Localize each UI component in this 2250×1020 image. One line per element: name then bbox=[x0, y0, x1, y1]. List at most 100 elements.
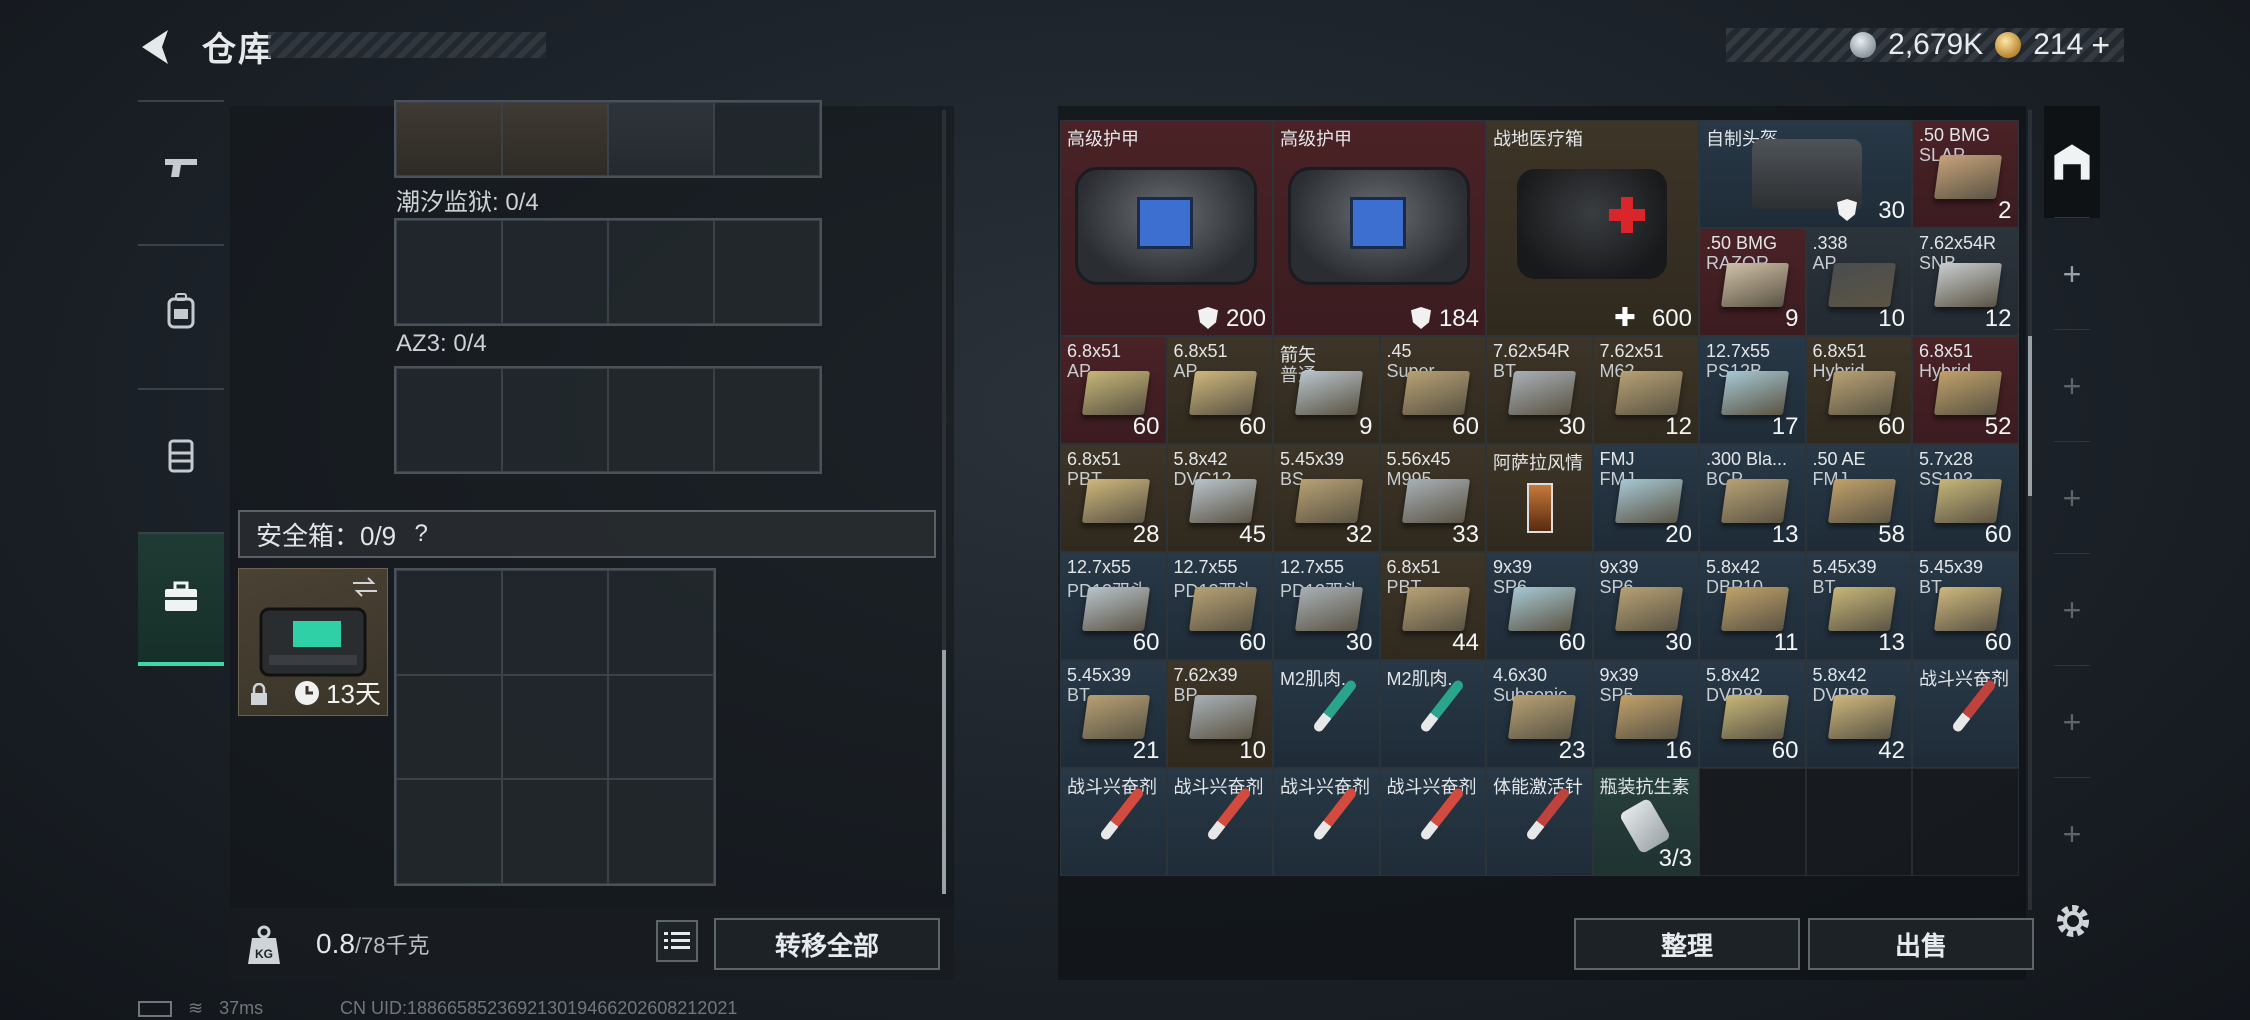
warehouse-item[interactable]: 5.56x45M99533 bbox=[1379, 444, 1486, 552]
warehouse-item-large[interactable]: 高级护甲 184 bbox=[1273, 120, 1486, 336]
warehouse-item[interactable]: 6.8x51 AP 60 bbox=[1060, 336, 1167, 444]
add-currency-button[interactable]: + bbox=[2091, 27, 2110, 64]
empty-slot[interactable] bbox=[1699, 768, 1806, 876]
help-icon[interactable]: ? bbox=[406, 520, 436, 548]
warehouse-item-ammo[interactable]: .50 BMGRAZOR9 bbox=[1699, 228, 1806, 336]
warehouse-item[interactable]: 5.45x39 BS 32 bbox=[1273, 444, 1380, 552]
warehouse-scroll-thumb[interactable] bbox=[2028, 336, 2032, 496]
empty-slot[interactable] bbox=[502, 674, 608, 780]
keycard-item[interactable] bbox=[608, 102, 714, 176]
safebox-item[interactable]: 13天 bbox=[238, 568, 388, 716]
warehouse-item-large[interactable]: 战地医疗箱 600 ✚ bbox=[1486, 120, 1699, 336]
tab-backpack[interactable] bbox=[138, 244, 224, 378]
tab-locked-page[interactable]: + bbox=[2044, 554, 2100, 666]
warehouse-item[interactable]: .300 Bla... BCP 13 bbox=[1699, 444, 1806, 552]
list-view-button[interactable] bbox=[656, 920, 698, 962]
inventory-scroll-thumb[interactable] bbox=[942, 650, 946, 894]
warehouse-item[interactable]: 5.8x42DBP1011 bbox=[1699, 552, 1806, 660]
warehouse-item[interactable]: 12.7x55PS12B17 bbox=[1699, 336, 1806, 444]
warehouse-item-ammo[interactable]: .50 BMGSLAP2 bbox=[1912, 120, 2019, 228]
empty-slot[interactable] bbox=[396, 570, 502, 675]
warehouse-item[interactable]: FMJ FMJ 20 bbox=[1592, 444, 1699, 552]
warehouse-item[interactable]: 5.45x39 BT 13 bbox=[1805, 552, 1912, 660]
warehouse-item[interactable]: M2肌肉... bbox=[1273, 660, 1380, 768]
warehouse-item[interactable]: 5.45x39 BT 60 bbox=[1912, 552, 2019, 660]
empty-slot[interactable] bbox=[502, 220, 608, 324]
warehouse-item[interactable]: 12.7x55PD12双头60 bbox=[1166, 552, 1273, 660]
warehouse-item[interactable]: 战斗兴奋剂 bbox=[1912, 660, 2019, 768]
warehouse-item[interactable]: 6.8x51 AP 60 bbox=[1166, 336, 1273, 444]
tab-weapons[interactable] bbox=[138, 100, 224, 234]
warehouse-item[interactable]: .50 AE FMJ 58 bbox=[1805, 444, 1912, 552]
warehouse-item-medical[interactable]: 战斗兴奋剂 bbox=[1060, 768, 1167, 876]
warehouse-item[interactable]: 4.6x30Subsonic23 bbox=[1486, 660, 1593, 768]
warehouse-item[interactable]: M2肌肉... bbox=[1379, 660, 1486, 768]
empty-slot[interactable] bbox=[396, 674, 502, 780]
empty-slot[interactable] bbox=[502, 570, 608, 675]
warehouse-item[interactable]: 12.7x55PD12双头60 bbox=[1060, 552, 1167, 660]
warehouse-item[interactable]: 12.7x55PD12双头30 bbox=[1273, 552, 1380, 660]
warehouse-item-medical[interactable]: 体能激活针 bbox=[1486, 768, 1593, 876]
warehouse-item-ammo[interactable]: .338 AP 10 bbox=[1805, 228, 1912, 336]
tab-safebox[interactable] bbox=[138, 532, 224, 666]
empty-slot[interactable] bbox=[396, 779, 502, 884]
warehouse-item-ammo[interactable]: 7.62x54R SNB 12 bbox=[1912, 228, 2019, 336]
tab-warehouse-main[interactable] bbox=[2044, 106, 2100, 218]
warehouse-item[interactable]: .45Super60 bbox=[1379, 336, 1486, 444]
empty-slot[interactable] bbox=[608, 779, 714, 884]
warehouse-item[interactable]: 箭矢 普通 9 bbox=[1273, 336, 1380, 444]
warehouse-item[interactable]: 9x39 SP5 16 bbox=[1592, 660, 1699, 768]
empty-slot[interactable] bbox=[608, 674, 714, 780]
warehouse-item[interactable]: 5.8x42DVP8842 bbox=[1805, 660, 1912, 768]
tab-locked-page[interactable]: + bbox=[2044, 442, 2100, 554]
sort-button[interactable]: 整理 bbox=[1574, 918, 1800, 970]
keycard-item[interactable] bbox=[502, 102, 608, 176]
warehouse-item[interactable]: 6.8x51Hybrid52 bbox=[1912, 336, 2019, 444]
warehouse-item[interactable]: 7.62x54R BT 30 bbox=[1486, 336, 1593, 444]
empty-slot[interactable] bbox=[608, 368, 714, 472]
warehouse-item[interactable]: 5.8x42DVC1245 bbox=[1166, 444, 1273, 552]
empty-slot[interactable] bbox=[1805, 768, 1912, 876]
tab-locked-page[interactable]: + bbox=[2044, 666, 2100, 778]
warehouse-item[interactable]: 5.7x28SS19360 bbox=[1912, 444, 2019, 552]
warehouse-item-medical[interactable]: 战斗兴奋剂 bbox=[1379, 768, 1486, 876]
keycard-item[interactable] bbox=[396, 102, 502, 176]
swap-icon[interactable] bbox=[351, 577, 379, 597]
warehouse-item-medical[interactable]: 战斗兴奋剂 bbox=[1273, 768, 1380, 876]
tab-locked-page[interactable]: + bbox=[2044, 778, 2100, 890]
empty-slot[interactable] bbox=[396, 368, 502, 472]
warehouse-item[interactable]: 7.62x39 BP 10 bbox=[1166, 660, 1273, 768]
tab-add-page[interactable]: + bbox=[2044, 218, 2100, 330]
empty-slot[interactable] bbox=[714, 220, 820, 324]
empty-slot[interactable] bbox=[608, 220, 714, 324]
warehouse-item-helmet[interactable]: 自制头盔 30 bbox=[1699, 120, 1912, 228]
empty-slot[interactable] bbox=[608, 570, 714, 675]
warehouse-item[interactable]: 阿萨拉风情 bbox=[1486, 444, 1593, 552]
empty-slot[interactable] bbox=[502, 779, 608, 884]
warehouse-item[interactable]: 6.8x51 PBT 28 bbox=[1060, 444, 1167, 552]
warehouse-item-large[interactable]: 高级护甲 200 bbox=[1060, 120, 1273, 336]
tab-locked-page[interactable]: + bbox=[2044, 330, 2100, 442]
empty-slot[interactable] bbox=[1912, 768, 2019, 876]
transfer-all-button[interactable]: 转移全部 bbox=[714, 918, 940, 970]
warehouse-item[interactable]: 7.62x51 M62 12 bbox=[1592, 336, 1699, 444]
empty-slot[interactable] bbox=[714, 368, 820, 472]
empty-slot[interactable] bbox=[714, 102, 820, 176]
warehouse-item[interactable]: 6.8x51Hybrid60 bbox=[1805, 336, 1912, 444]
warehouse-item[interactable]: 5.45x39 BT 21 bbox=[1060, 660, 1167, 768]
warehouse-item[interactable]: 5.8x42DVP8860 bbox=[1699, 660, 1806, 768]
settings-button[interactable] bbox=[2052, 900, 2094, 942]
warehouse-item[interactable]: 9x39 SP6 60 bbox=[1486, 552, 1593, 660]
warehouse-item-medical[interactable]: 瓶装抗生素 3/3 bbox=[1592, 768, 1699, 876]
empty-slot[interactable] bbox=[396, 220, 502, 324]
back-button[interactable] bbox=[136, 26, 178, 68]
warehouse-item-medical[interactable]: 战斗兴奋剂 bbox=[1166, 768, 1273, 876]
safebox-timer-value: 13天 bbox=[326, 679, 381, 709]
warehouse-scrollbar[interactable] bbox=[2028, 110, 2032, 910]
empty-slot[interactable] bbox=[502, 368, 608, 472]
warehouse-item[interactable]: 6.8x51 PBT 44 bbox=[1379, 552, 1486, 660]
sell-button[interactable]: 出售 bbox=[1808, 918, 2034, 970]
tab-chest-rig[interactable] bbox=[138, 388, 224, 522]
silver-coin-icon bbox=[1850, 32, 1877, 58]
warehouse-item[interactable]: 9x39 SP6 30 bbox=[1592, 552, 1699, 660]
